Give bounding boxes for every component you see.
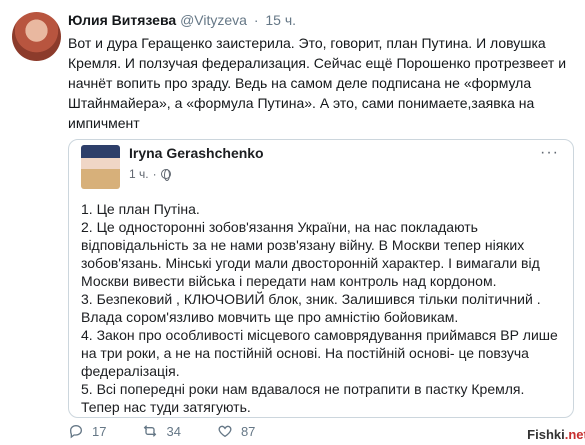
tweet-header: Юлия Витязева @Vityzeva · 15 ч. (68, 12, 296, 28)
like-button[interactable]: 87 (217, 423, 255, 439)
heart-icon (218, 425, 232, 438)
embedded-post-body: 1. Це план Путіна. 2. Це односторонні зо… (81, 200, 565, 416)
reply-button[interactable]: 17 (68, 423, 106, 439)
embedded-post-line: 2. Це односторонні зобов'язання України,… (81, 219, 540, 289)
embedded-author-name[interactable]: Iryna Gerashchenko (129, 145, 264, 161)
embedded-post-time[interactable]: 1 ч. (129, 167, 149, 181)
author-handle[interactable]: @Vityzeva (180, 12, 247, 28)
globe-icon (160, 169, 171, 181)
embedded-author-avatar[interactable] (81, 145, 120, 189)
author-avatar[interactable] (12, 12, 61, 61)
site-watermark: Fishki.net (527, 423, 585, 445)
like-count: 87 (240, 423, 256, 439)
embedded-post-meta: 1 ч. · (129, 167, 171, 181)
embedded-post-line: 1. Це план Путіна. (81, 201, 200, 217)
embedded-post-line: 5. Всі попередні роки нам вдавалося не п… (81, 381, 525, 415)
retweet-button[interactable]: 34 (142, 423, 181, 439)
more-options-icon[interactable]: ··· (540, 144, 559, 162)
tweet-timestamp[interactable]: 15 ч. (265, 12, 296, 28)
embedded-post-line: 3. Безпековий , КЛЮЧОВИЙ блок, зник. Зал… (81, 291, 541, 325)
retweet-count: 34 (166, 423, 181, 439)
embedded-post-card[interactable]: Iryna Gerashchenko 1 ч. · ··· 1. Це план… (68, 139, 574, 418)
reply-count: 17 (92, 423, 107, 439)
separator-dot: · (253, 12, 259, 28)
retweet-icon (144, 425, 157, 437)
reply-icon (69, 424, 83, 439)
tweet: Юлия Витязева @Vityzeva · 15 ч. Вот и ду… (0, 0, 585, 445)
tweet-text: Вот и дура Геращенко заистерила. Это, го… (68, 35, 567, 131)
embedded-post-line: 4. Закон про особливості місцевого самов… (81, 327, 558, 379)
tweet-actions: 17 34 87 (68, 420, 291, 442)
author-name[interactable]: Юлия Витязева (68, 12, 176, 28)
